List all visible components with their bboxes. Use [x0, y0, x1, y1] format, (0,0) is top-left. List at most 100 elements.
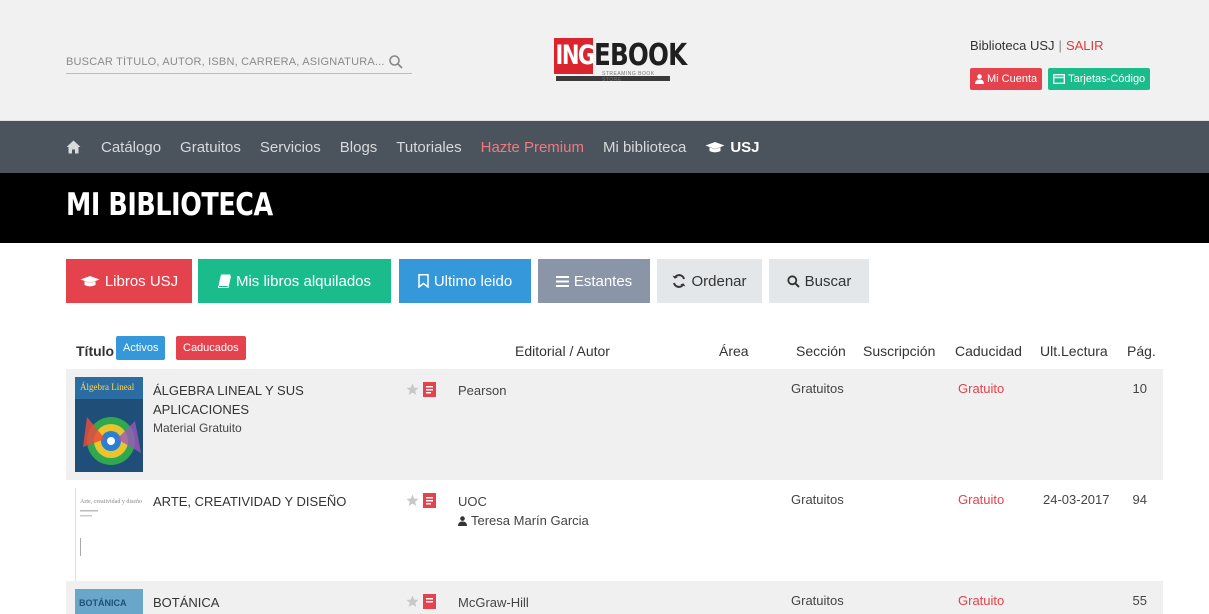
book-section: Gratuitos — [791, 492, 844, 507]
graduation-cap-icon — [705, 141, 725, 152]
col-pages[interactable]: Pág. — [1127, 343, 1156, 359]
rented-books-button[interactable]: Mis libros alquilados — [198, 259, 391, 303]
col-publisher[interactable]: Editorial / Autor — [515, 343, 610, 359]
book-title[interactable]: ÁLGEBRA LINEAL Y SUS APLICACIONES Materi… — [153, 381, 373, 438]
row-actions — [406, 493, 436, 508]
table-row[interactable]: Álgebra Lineal ÁLGEBRA LINEAL Y SUS APLI… — [66, 369, 1163, 480]
star-icon[interactable] — [406, 494, 419, 507]
page-title: MI BIBLIOTECA — [66, 187, 273, 223]
col-area[interactable]: Área — [719, 343, 749, 359]
row-actions — [406, 382, 436, 397]
user-line: Biblioteca USJ | SALIR — [970, 38, 1150, 56]
cards-code-label: Tarjetas-Código — [1068, 73, 1146, 85]
ingebook-logo[interactable]: ING EBOOK STREAMING BOOK STORE — [554, 38, 687, 84]
last-read-button[interactable]: Ultimo leido — [399, 259, 531, 303]
expired-filter-badge[interactable]: Caducados — [176, 336, 246, 360]
book-publisher-author: UOC Teresa Marín Garcia — [458, 492, 589, 530]
cards-code-button[interactable]: Tarjetas-Código — [1048, 68, 1151, 90]
pdf-icon[interactable] — [423, 594, 436, 609]
logout-link[interactable]: SALIR — [1066, 38, 1104, 53]
search-icon[interactable] — [388, 54, 404, 70]
home-icon[interactable] — [66, 140, 81, 154]
graduation-cap-icon — [80, 275, 100, 286]
shelves-button[interactable]: Estantes — [538, 259, 650, 303]
my-account-button[interactable]: Mi Cuenta — [970, 68, 1043, 90]
col-last-read[interactable]: Ult.Lectura — [1040, 343, 1108, 359]
book-last-read: 24-03-2017 — [1043, 492, 1110, 507]
nav-blogs[interactable]: Blogs — [340, 139, 378, 156]
nav-tutorials[interactable]: Tutoriales — [396, 139, 461, 156]
library-name: Biblioteca USJ — [970, 38, 1055, 53]
pdf-icon[interactable] — [423, 493, 436, 508]
separator: | — [1058, 38, 1062, 53]
col-expiry[interactable]: Caducidad — [955, 343, 1022, 359]
cover-title: BOTÁNICA — [79, 598, 127, 608]
nav-free[interactable]: Gratuitos — [180, 139, 241, 156]
nav-usj-label: USJ — [730, 138, 760, 156]
order-button[interactable]: Ordenar — [657, 259, 762, 303]
refresh-icon — [672, 274, 686, 288]
book-title[interactable]: ARTE, CREATIVIDAD Y DISEÑO — [153, 492, 373, 511]
list-icon — [555, 275, 569, 287]
book-author-name: Teresa Marín Garcia — [471, 513, 589, 528]
page-header: MI BIBLIOTECA — [0, 173, 1209, 243]
row-actions — [406, 594, 436, 609]
table-row[interactable]: BOTÁNICA BOTÁNICA McGraw-Hill Gratuitos … — [66, 581, 1163, 614]
book-expiry: Gratuito — [958, 492, 1005, 507]
cover-title: Arte, creatividad y diseño — [80, 499, 142, 505]
main-nav: Catálogo Gratuitos Servicios Blogs Tutor… — [0, 121, 1209, 173]
star-icon[interactable] — [406, 595, 419, 608]
book-section: Gratuitos — [791, 381, 844, 396]
book-title-text: BOTÁNICA — [153, 595, 220, 610]
book-pages: 94 — [1132, 492, 1147, 507]
book-expiry: Gratuito — [958, 381, 1005, 396]
usj-books-button[interactable]: Libros USJ — [66, 259, 192, 303]
table-row[interactable]: Arte, creatividad y diseño ARTE, CREATIV… — [66, 480, 1163, 583]
search-icon — [787, 274, 800, 288]
top-header: ING EBOOK STREAMING BOOK STORE Bibliotec… — [0, 0, 1209, 121]
book-title-text: ARTE, CREATIVIDAD Y DISEÑO — [153, 494, 347, 509]
logo-tagline: STREAMING BOOK STORE — [602, 71, 655, 83]
bookmark-icon — [418, 274, 429, 288]
nav-my-library[interactable]: Mi biblioteca — [603, 139, 686, 156]
shelves-label: Estantes — [573, 272, 633, 290]
logo-ebook: EBOOK — [594, 38, 687, 73]
col-title[interactable]: Título — [76, 343, 114, 359]
book-title-text: ÁLGEBRA LINEAL Y SUS APLICACIONES — [153, 383, 304, 417]
book-cover[interactable]: Arte, creatividad y diseño — [75, 488, 143, 583]
star-icon[interactable] — [406, 383, 419, 396]
book-publisher: McGraw-Hill — [458, 595, 529, 610]
logo-ing: ING — [554, 38, 595, 74]
col-section[interactable]: Sección — [796, 343, 846, 359]
nav-services[interactable]: Servicios — [260, 139, 321, 156]
nav-catalog[interactable]: Catálogo — [101, 139, 161, 156]
search-input[interactable] — [66, 55, 384, 68]
book-publisher: Pearson — [458, 383, 507, 398]
book-title[interactable]: BOTÁNICA — [153, 593, 373, 612]
book-cover[interactable]: Álgebra Lineal — [75, 377, 143, 472]
book-icon — [217, 274, 231, 288]
usj-books-label: Libros USJ — [104, 272, 179, 290]
book-pages: 10 — [1132, 381, 1147, 396]
user-buttons: Mi Cuenta Tarjetas-Código — [970, 68, 1151, 90]
user-box: Biblioteca USJ | SALIR Mi Cuenta Tarjetas-… — [970, 38, 1151, 90]
active-filter-badge[interactable]: Activos — [116, 336, 166, 360]
cover-title: Álgebra Lineal — [80, 382, 135, 392]
rented-books-label: Mis libros alquilados — [235, 272, 372, 290]
search-filter-button[interactable]: Buscar — [769, 259, 869, 303]
book-subtitle: Material Gratuito — [153, 421, 242, 435]
user-icon — [975, 74, 984, 84]
book-pages: 55 — [1132, 593, 1147, 608]
nav-premium[interactable]: Hazte Premium — [481, 139, 584, 156]
table-header: Título Activos Caducados Editorial / Aut… — [66, 333, 1171, 367]
book-cover[interactable]: BOTÁNICA — [75, 589, 143, 614]
last-read-label: Ultimo leido — [433, 272, 513, 290]
book-publisher: UOC — [458, 494, 487, 509]
col-subscription[interactable]: Suscripción — [863, 343, 935, 359]
search-bar — [66, 50, 412, 74]
book-author[interactable]: Teresa Marín Garcia — [458, 511, 589, 530]
search-filter-label: Buscar — [804, 272, 852, 290]
filter-buttons: Libros USJ Mis libros alquilados Ultimo … — [66, 259, 869, 303]
nav-usj[interactable]: USJ — [705, 138, 760, 156]
pdf-icon[interactable] — [423, 382, 436, 397]
